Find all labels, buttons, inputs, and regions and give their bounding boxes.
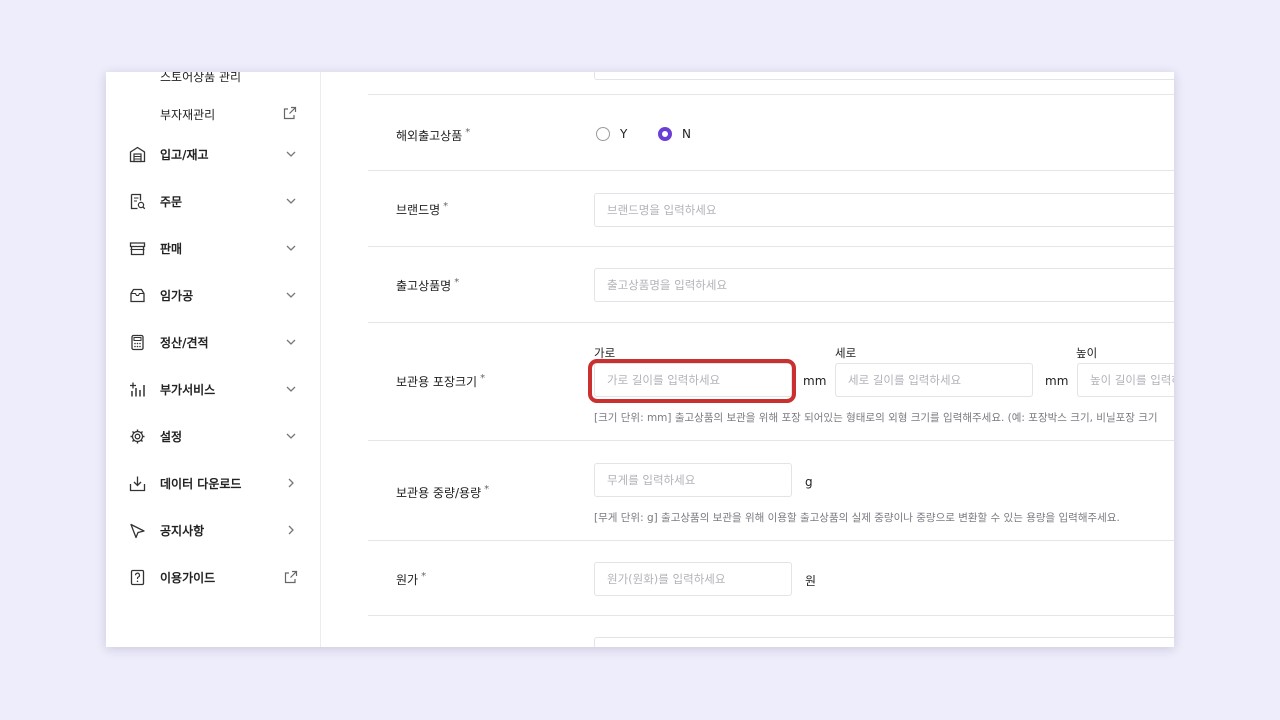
chevron-down-icon — [284, 194, 298, 208]
overseas-radio-n[interactable]: N — [658, 127, 691, 141]
package-size-help-text: [크기 단위: mm] 출고상품의 보관을 위해 포장 되어있는 형태로의 외형… — [594, 412, 1158, 424]
divider — [368, 94, 1174, 95]
depth-input[interactable] — [835, 363, 1033, 397]
weight-unit: g — [805, 475, 813, 489]
calculator-icon — [128, 333, 146, 351]
previous-field-input[interactable] — [594, 72, 1174, 80]
order-document-icon — [128, 192, 146, 210]
sidebar-item-notices[interactable]: 공지사항 — [128, 519, 298, 541]
brand-name-label: 브랜드명 * — [396, 201, 449, 217]
height-label: 높이 — [1076, 346, 1098, 360]
radio-circle-selected[interactable] — [658, 127, 672, 141]
sidebar-item-label: 데이터 다운로드 — [160, 476, 242, 491]
divider — [368, 170, 1174, 171]
gear-icon — [128, 427, 146, 445]
chevron-right-icon — [284, 523, 298, 537]
sidebar-subitem-materials[interactable]: 부자재관리 — [160, 106, 215, 123]
guide-icon — [128, 568, 146, 586]
package-size-label: 보관용 포장크기 * — [396, 373, 486, 389]
warehouse-icon — [128, 145, 146, 163]
sidebar-item-data-download[interactable]: 데이터 다운로드 — [128, 472, 298, 494]
overseas-product-label: 해외출고상품 * — [396, 127, 471, 143]
sidebar-item-processing[interactable]: 임가공 — [128, 284, 298, 306]
sidebar-item-sales[interactable]: 판매 — [128, 237, 298, 259]
chevron-down-icon — [284, 288, 298, 302]
sidebar-item-orders[interactable]: 주문 — [128, 190, 298, 212]
sidebar-item-inbound-stock[interactable]: 입고/재고 — [128, 143, 298, 165]
chevron-right-icon — [284, 476, 298, 490]
sidebar-item-settlement[interactable]: 정산/견적 — [128, 331, 298, 353]
weight-label: 보관용 중량/용량 * — [396, 484, 490, 500]
sidebar-item-additional-services[interactable]: 부가서비스 — [128, 378, 298, 400]
next-field-input[interactable] — [594, 637, 1174, 647]
sidebar-item-user-guide[interactable]: 이용가이드 — [128, 566, 298, 588]
store-icon — [128, 239, 146, 257]
brand-name-input[interactable] — [594, 193, 1174, 227]
divider — [368, 440, 1174, 441]
sidebar-item-label: 부가서비스 — [160, 382, 216, 397]
divider — [368, 540, 1174, 541]
sidebar-item-label: 임가공 — [160, 288, 194, 303]
sidebar-item-label: 주문 — [160, 194, 183, 209]
width-label: 가로 — [594, 346, 616, 360]
width-unit: mm — [803, 374, 827, 388]
sidebar-item-settings[interactable]: 설정 — [128, 425, 298, 447]
cost-label: 원가 * — [396, 571, 427, 587]
add-service-icon — [128, 380, 146, 398]
processing-box-icon — [128, 286, 146, 304]
chevron-down-icon — [284, 147, 298, 161]
weight-help-text: [무게 단위: g] 출고상품의 보관을 위해 이용할 출고상품의 실제 중량이… — [594, 512, 1120, 524]
app-window: 스토어상품 관리 부자재관리 입고/재고 주문 판매 임가공 정산/견적 부가서… — [106, 72, 1174, 647]
width-input[interactable] — [594, 363, 792, 397]
divider — [368, 615, 1174, 616]
product-form: 해외출고상품* Y N 브랜드명* 출고상품명* 보관용 포장크기* 가로 세로… — [368, 72, 1174, 647]
sidebar-item-label: 이용가이드 — [160, 570, 216, 585]
product-name-label: 출고상품명 * — [396, 277, 460, 293]
download-icon — [128, 474, 146, 492]
sidebar-item-label: 공지사항 — [160, 523, 205, 538]
chevron-down-icon — [284, 382, 298, 396]
overseas-radio-y[interactable]: Y — [596, 127, 627, 141]
sidebar-subitem-store-products[interactable]: 스토어상품 관리 — [160, 72, 241, 85]
chevron-down-icon — [284, 241, 298, 255]
sidebar-item-label: 정산/견적 — [160, 335, 209, 350]
sidebar-item-label: 설정 — [160, 429, 183, 444]
chevron-down-icon — [284, 335, 298, 349]
sidebar: 스토어상품 관리 부자재관리 입고/재고 주문 판매 임가공 정산/견적 부가서… — [106, 72, 321, 647]
weight-input[interactable] — [594, 463, 792, 497]
divider — [368, 246, 1174, 247]
cost-unit: 원 — [805, 574, 817, 588]
sidebar-item-label: 판매 — [160, 241, 183, 256]
external-link-icon — [284, 570, 298, 584]
depth-label: 세로 — [835, 346, 857, 360]
radio-circle[interactable] — [596, 127, 610, 141]
product-name-input[interactable] — [594, 268, 1174, 302]
external-link-icon[interactable] — [283, 106, 297, 120]
megaphone-icon — [128, 521, 146, 539]
divider — [368, 322, 1174, 323]
sidebar-item-label: 입고/재고 — [160, 147, 209, 162]
cost-input[interactable] — [594, 562, 792, 596]
height-input[interactable] — [1077, 363, 1174, 397]
depth-unit: mm — [1045, 374, 1069, 388]
chevron-down-icon — [284, 429, 298, 443]
